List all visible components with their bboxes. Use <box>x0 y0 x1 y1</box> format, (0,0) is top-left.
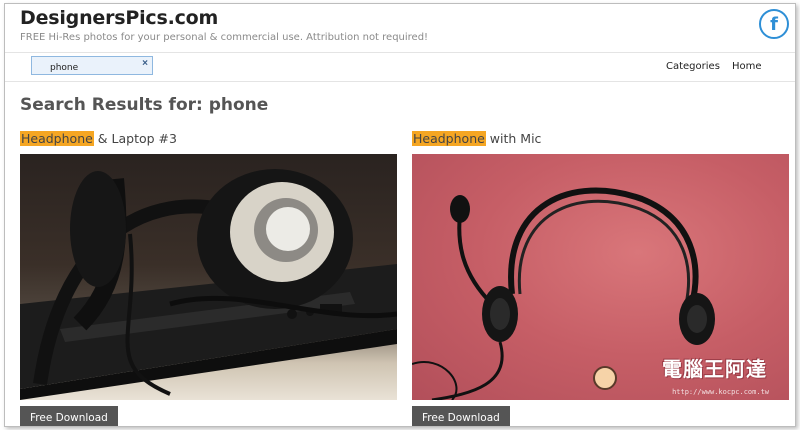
search-results-heading: Search Results for: phone <box>20 95 269 115</box>
facebook-icon[interactable]: f <box>759 9 789 39</box>
watermark-text: 電腦王阿達 <box>662 357 767 381</box>
result-card: Headphone with Mic 電腦王阿達 http://www.kocp… <box>412 130 790 426</box>
search-box[interactable]: × <box>31 56 153 77</box>
headset-mic-photo[interactable]: 電腦王阿達 http://www.kocpc.com.tw <box>412 154 789 400</box>
top-navbar: × Categories Home <box>5 52 795 82</box>
nav-categories-link[interactable]: Categories <box>666 61 720 72</box>
result-card: Headphone & Laptop #3 Free Download <box>20 130 398 426</box>
search-term-highlight: Headphone <box>412 131 486 146</box>
search-term-highlight: Headphone <box>20 131 94 146</box>
browser-page: DesignersPics.com FREE Hi-Res photos for… <box>4 3 796 427</box>
search-input[interactable] <box>32 59 145 77</box>
result-title[interactable]: Headphone & Laptop #3 <box>20 130 398 150</box>
free-download-button[interactable]: Free Download <box>20 406 118 426</box>
result-title-rest: with Mic <box>485 131 542 146</box>
clear-search-icon[interactable]: × <box>142 58 148 69</box>
site-logo[interactable]: DesignersPics.com <box>20 7 218 29</box>
headphone-laptop-photo[interactable] <box>20 154 397 400</box>
watermark-mascot-icon <box>593 366 617 390</box>
site-tagline: FREE Hi-Res photos for your personal & c… <box>20 32 429 43</box>
result-title[interactable]: Headphone with Mic <box>412 130 790 150</box>
nav-home-link[interactable]: Home <box>732 61 762 72</box>
free-download-button[interactable]: Free Download <box>412 406 510 426</box>
result-title-rest: & Laptop #3 <box>93 131 177 146</box>
headphone-laptop-illustration <box>20 169 397 400</box>
watermark-url: http://www.kocpc.com.tw <box>672 388 769 396</box>
